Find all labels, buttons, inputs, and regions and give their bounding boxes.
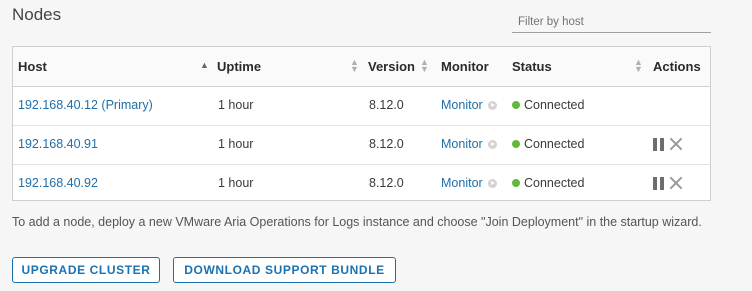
sort-ascending-icon[interactable]: ▲: [200, 60, 209, 70]
status-dot-icon: [512, 101, 520, 109]
status-text: Connected: [524, 176, 585, 190]
close-icon[interactable]: [669, 175, 683, 191]
uptime-value: 1 hour: [218, 176, 254, 190]
host-link[interactable]: 192.168.40.12 (Primary): [18, 86, 153, 125]
column-header-uptime[interactable]: Uptime: [217, 47, 261, 86]
add-node-note: To add a node, deploy a new VMware Aria …: [12, 215, 702, 229]
upgrade-cluster-button[interactable]: UPGRADE CLUSTER: [12, 257, 160, 283]
host-link[interactable]: 192.168.40.92: [18, 164, 98, 203]
column-header-status[interactable]: Status: [512, 47, 552, 86]
sort-icon[interactable]: ▲ ▼: [350, 58, 359, 74]
version-value: 8.12.0: [369, 176, 404, 190]
status-text: Connected: [524, 137, 585, 151]
sort-icon[interactable]: ▲ ▼: [420, 58, 429, 74]
status-text: Connected: [524, 98, 585, 112]
filter-host-input[interactable]: [512, 11, 711, 33]
table-row: 192.168.40.12 (Primary) 1 hour 8.12.0 Mo…: [13, 86, 710, 126]
nodes-table: Host ▲ Uptime ▲ ▼ Version ▲ ▼ Monitor Stat…: [12, 46, 711, 201]
host-link[interactable]: 192.168.40.91: [18, 125, 98, 164]
monitor-cell: Monitor: [441, 125, 497, 164]
pause-icon[interactable]: [653, 177, 664, 190]
status-dot-icon: [512, 179, 520, 187]
monitor-cell: Monitor: [441, 164, 497, 203]
arrow-right-circle-icon[interactable]: [487, 179, 497, 188]
status-cell: Connected: [512, 125, 584, 164]
uptime-value: 1 hour: [218, 137, 254, 151]
monitor-link[interactable]: Monitor: [441, 137, 483, 151]
monitor-link[interactable]: Monitor: [441, 98, 483, 112]
version-value: 8.12.0: [369, 98, 404, 112]
close-icon[interactable]: [669, 136, 683, 152]
column-header-actions: Actions: [653, 59, 701, 74]
arrow-right-circle-icon[interactable]: [487, 140, 497, 149]
page-title: Nodes: [12, 5, 62, 24]
status-cell: Connected: [512, 86, 584, 125]
monitor-cell: Monitor: [441, 86, 497, 125]
uptime-value: 1 hour: [218, 98, 254, 112]
column-header-monitor: Monitor: [441, 59, 489, 74]
sort-icon[interactable]: ▲ ▼: [634, 58, 643, 74]
pause-icon[interactable]: [653, 138, 664, 151]
table-row: 192.168.40.91 1 hour 8.12.0 Monitor Conn…: [13, 125, 710, 165]
status-cell: Connected: [512, 164, 584, 203]
download-support-bundle-button[interactable]: DOWNLOAD SUPPORT BUNDLE: [173, 257, 396, 283]
monitor-link[interactable]: Monitor: [441, 176, 483, 190]
status-dot-icon: [512, 140, 520, 148]
version-value: 8.12.0: [369, 137, 404, 151]
column-header-version[interactable]: Version: [368, 47, 415, 86]
table-header: Host ▲ Uptime ▲ ▼ Version ▲ ▼ Monitor Stat…: [13, 47, 710, 87]
column-header-host[interactable]: Host: [18, 47, 47, 86]
arrow-right-circle-icon[interactable]: [487, 101, 497, 110]
table-row: 192.168.40.92 1 hour 8.12.0 Monitor Conn…: [13, 164, 710, 203]
